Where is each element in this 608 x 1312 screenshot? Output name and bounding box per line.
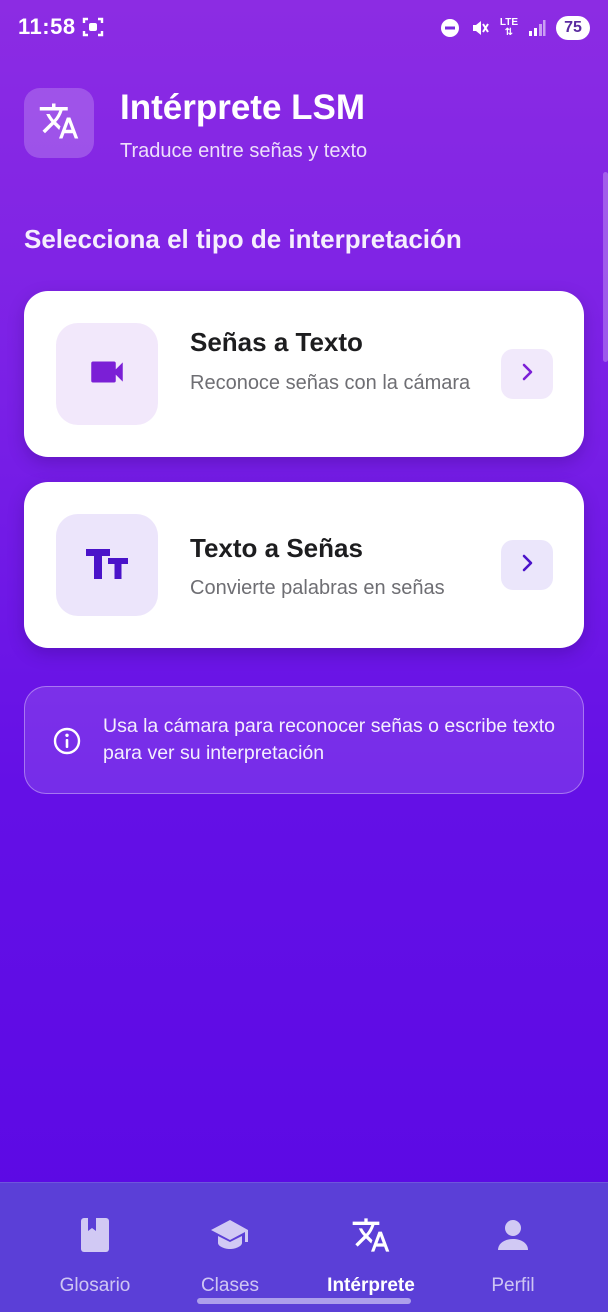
video-camera-icon: [86, 351, 128, 398]
section-title: Selecciona el tipo de interpretación: [24, 224, 462, 254]
app-logo: [24, 88, 94, 158]
open-signs-to-text-button[interactable]: [501, 349, 553, 399]
info-icon: [53, 727, 81, 755]
nav-item-glosario[interactable]: Glosario: [19, 1183, 171, 1312]
nav-label: Clases: [200, 1275, 260, 1296]
signs-to-text-card[interactable]: Señas a Texto Reconoce señas con la cáma…: [24, 291, 584, 457]
card-title: Señas a Texto: [190, 327, 363, 357]
card-description: Convierte palabras en señas: [190, 577, 445, 599]
translate-icon: [351, 1215, 391, 1255]
home-indicator[interactable]: [197, 1298, 411, 1304]
status-icons: LTE ⇅ 75: [440, 14, 590, 42]
card-title: Texto a Señas: [190, 533, 363, 563]
network-type: LTE ⇅: [500, 18, 518, 38]
person-icon: [493, 1215, 533, 1255]
book-icon: [75, 1215, 115, 1255]
data-arrows-icon: ⇅: [504, 27, 514, 38]
translate-icon: [38, 100, 80, 147]
chevron-right-icon: [516, 552, 538, 579]
status-time: 11:58: [18, 14, 76, 39]
page-title: Intérprete LSM: [120, 88, 366, 127]
text-to-signs-card[interactable]: Texto a Señas Convierte palabras en seña…: [24, 482, 584, 648]
chevron-right-icon: [516, 361, 538, 388]
nav-item-perfil[interactable]: Perfil: [437, 1183, 589, 1312]
screen-record-icon: [82, 16, 104, 38]
muted-icon: [470, 18, 490, 38]
page-subtitle: Traduce entre señas y texto: [120, 140, 368, 162]
text-size-icon: [84, 543, 130, 588]
nav-label: Intérprete: [327, 1275, 415, 1296]
nav-label: Perfil: [491, 1275, 535, 1296]
graduation-cap-icon: [210, 1215, 250, 1255]
card-icon-box: [56, 323, 158, 425]
scrollbar[interactable]: [603, 172, 608, 362]
info-box: Usa la cámara para reconocer señas o esc…: [24, 686, 584, 794]
nav-label: Glosario: [59, 1275, 131, 1296]
signal-icon: [528, 19, 546, 37]
open-text-to-signs-button[interactable]: [501, 540, 553, 590]
card-description: Reconoce señas con la cámara: [190, 372, 471, 394]
nav-item-interprete[interactable]: Intérprete: [295, 1183, 447, 1312]
bottom-nav: Glosario Clases Intérprete Perfil: [0, 1182, 608, 1312]
nav-item-clases[interactable]: Clases: [154, 1183, 306, 1312]
do-not-disturb-icon: [440, 18, 460, 38]
status-bar: 11:58 LTE ⇅ 75: [0, 0, 608, 56]
card-icon-box: [56, 514, 158, 616]
battery-badge: 75: [556, 16, 590, 40]
info-text: Usa la cámara para reconocer señas o esc…: [103, 715, 555, 764]
